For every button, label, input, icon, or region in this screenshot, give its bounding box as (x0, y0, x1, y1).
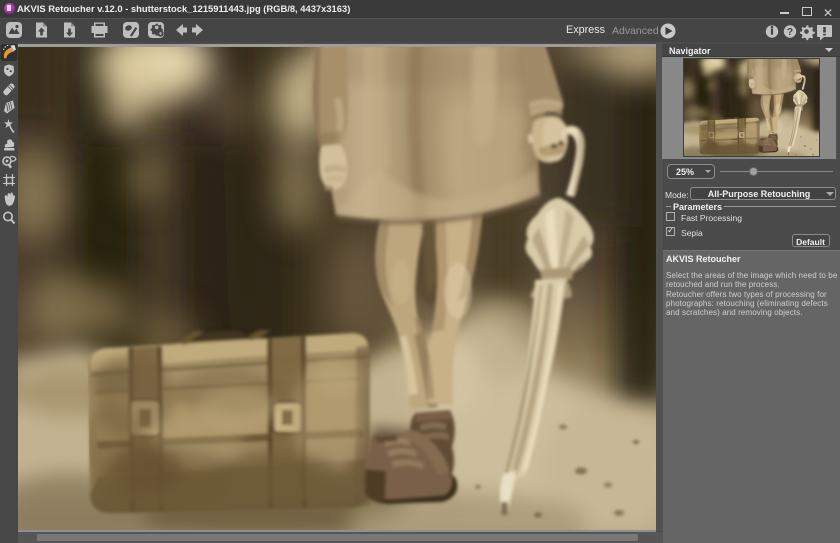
svg-text:?: ? (787, 26, 793, 38)
